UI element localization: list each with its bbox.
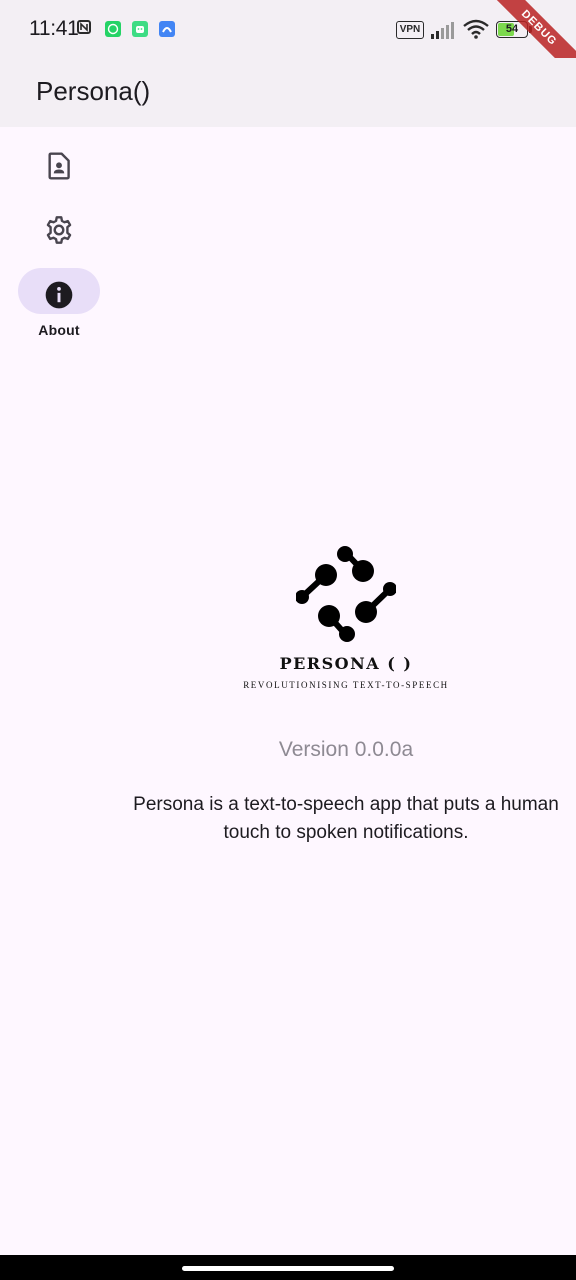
home-gesture-handle[interactable]	[182, 1266, 394, 1271]
nfc-icon	[77, 20, 91, 34]
gear-icon	[46, 216, 72, 244]
vpn-badge: VPN	[396, 21, 424, 39]
rail-label-about[interactable]: About	[0, 322, 118, 338]
status-bar: 11:41 VPN 54	[0, 0, 576, 58]
rail-item-profile[interactable]	[18, 139, 100, 185]
android-icon	[132, 21, 148, 37]
version-text: Version 0.0.0a	[278, 738, 414, 761]
page-title: Persona()	[36, 76, 151, 106]
rail-item-about[interactable]	[18, 268, 100, 314]
battery-tip	[529, 26, 532, 33]
rail-item-settings[interactable]	[18, 203, 100, 249]
logo-tagline: REVOLUTIONISING TEXT-TO-SPEECH	[243, 680, 449, 690]
about-content: PERSONA ( ) REVOLUTIONISING TEXT-TO-SPEE…	[118, 127, 576, 1255]
gesture-navigation-bar	[0, 1255, 576, 1280]
app-icon	[159, 21, 175, 37]
battery-level: 54	[505, 23, 519, 35]
whatsapp-icon	[105, 21, 121, 37]
logo-title: PERSONA ( )	[279, 654, 413, 673]
info-icon	[45, 281, 73, 309]
app-description: Persona is a text-to-speech app that put…	[133, 794, 559, 843]
persona-logo-icon	[296, 546, 396, 642]
wifi-icon	[463, 19, 489, 39]
battery-icon: 54	[496, 21, 528, 38]
profile-document-icon	[48, 152, 70, 180]
app-bar: Persona()	[0, 58, 576, 127]
signal-icon	[431, 22, 454, 39]
status-time: 11:41	[29, 17, 79, 40]
